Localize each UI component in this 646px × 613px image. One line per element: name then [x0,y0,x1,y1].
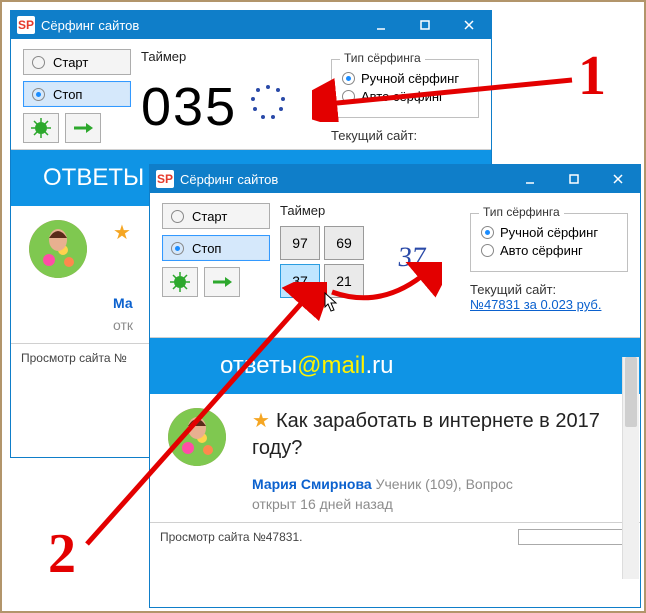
radio-manual[interactable]: Ручной сёрфинг [342,71,468,86]
cursor-icon [324,292,338,312]
minimize-button[interactable] [359,12,403,38]
num-option[interactable]: 97 [280,226,320,260]
avatar [29,220,87,278]
virus-button[interactable] [23,113,59,143]
scrollbar[interactable] [622,357,639,579]
close-button[interactable] [447,12,491,38]
surf-type-group: Тип сёрфинга Ручной сёрфинг Авто сёрфинг [470,213,628,272]
status-text: Просмотр сайта №47831. [160,530,302,544]
play-icon [32,56,45,69]
right-column: Тип сёрфинга Ручной сёрфинг Авто сёрфинг… [470,203,628,331]
surf-type-legend: Тип сёрфинга [340,51,425,65]
start-button[interactable]: Старт [162,203,270,229]
right-column: Тип сёрфинга Ручной сёрфинг Авто сёрфинг… [331,49,479,143]
control-column: Старт Стоп [23,49,131,143]
start-button[interactable]: Старт [23,49,131,75]
user-link[interactable]: Ма [113,295,133,311]
avatar [168,408,226,466]
current-site-label: Текущий сайт: [331,128,479,143]
radio-auto[interactable]: Авто сёрфинг [481,243,617,258]
num-option[interactable]: 69 [324,226,364,260]
timer-label: Таймер [141,49,285,64]
window-2: SP Сёрфинг сайтов Старт Стоп Таймер 97 [149,164,641,608]
top-panel: Старт Стоп Таймер 97 69 37 21 37 [150,193,640,338]
control-column: Старт Стоп [162,203,270,331]
stop-icon [32,88,45,101]
stop-icon [171,242,184,255]
progress-bar [518,529,630,545]
timer-area: Таймер 035 [141,49,321,143]
current-site-link[interactable]: №47831 за 0.023 руб. [470,297,601,312]
next-button[interactable] [65,113,101,143]
spinner-icon [251,85,285,119]
timer-value: 035 [141,70,237,134]
status-bar: Просмотр сайта №47831. [150,522,640,550]
titlebar[interactable]: SP Сёрфинг сайтов [11,11,491,39]
app-icon: SP [17,16,35,34]
window-title: Сёрфинг сайтов [180,172,508,187]
play-icon [171,210,184,223]
radio-auto[interactable]: Авто сёрфинг [342,89,468,104]
question-meta: Мария Смирнова Ученик (109), Вопрос [252,476,622,492]
number-grid: 97 69 37 21 [280,226,364,298]
question-age: открыт 16 дней назад [252,496,622,512]
stop-button[interactable]: Стоп [23,81,131,107]
stop-button[interactable]: Стоп [162,235,270,261]
close-button[interactable] [596,166,640,192]
stage: SP Сёрфинг сайтов Старт Стоп Таймер 035 [0,0,646,613]
timer-label: Таймер [280,203,442,218]
titlebar[interactable]: SP Сёрфинг сайтов [150,165,640,193]
app-icon: SP [156,170,174,188]
captcha-area: Таймер 97 69 37 21 37 [280,203,442,331]
maximize-button[interactable] [552,166,596,192]
num-option-selected[interactable]: 37 [280,264,320,298]
window-title: Сёрфинг сайтов [41,18,359,33]
site-banner: ответы@mail.ru [150,338,640,394]
captcha-image: 37 [379,234,444,282]
virus-button[interactable] [162,267,198,297]
next-button[interactable] [204,267,240,297]
surf-type-group: Тип сёрфинга Ручной сёрфинг Авто сёрфинг [331,59,479,118]
current-site: Текущий сайт:№47831 за 0.023 руб. [470,282,628,312]
annotation-number-2: 2 [48,522,76,586]
surf-type-legend: Тип сёрфинга [479,205,564,219]
radio-manual[interactable]: Ручной сёрфинг [481,225,617,240]
user-link[interactable]: Мария Смирнова [252,476,372,492]
top-panel: Старт Стоп Таймер 035 [11,39,491,150]
scrollbar-thumb[interactable] [625,357,637,427]
question-title: ★Как заработать в интернете в 2017 году? [252,408,622,462]
star-icon: ★ [252,410,270,432]
maximize-button[interactable] [403,12,447,38]
minimize-button[interactable] [508,166,552,192]
star-icon: ★ [113,222,131,244]
annotation-number-1: 1 [578,44,606,108]
site-content: ★Как заработать в интернете в 2017 году?… [150,394,640,522]
